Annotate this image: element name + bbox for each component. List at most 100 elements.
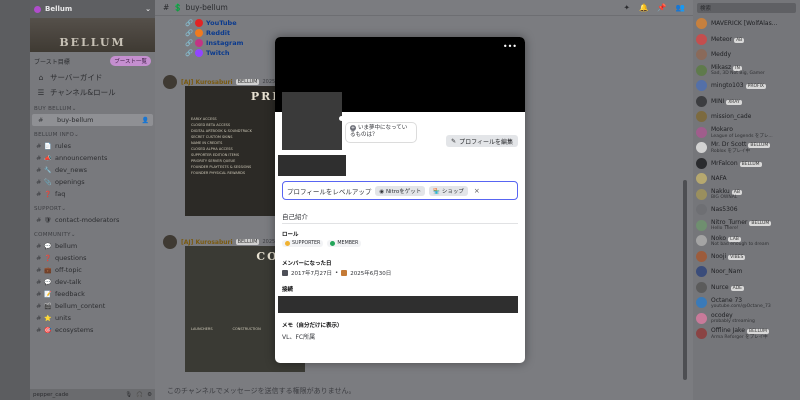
- member-status: Roblox をプレイ中: [711, 149, 750, 155]
- member-item[interactable]: Mr. Dr Scott BELLUM Roblox をプレイ中: [693, 140, 800, 156]
- headphones-icon[interactable]: 🎧: [136, 392, 143, 398]
- channel-item[interactable]: # ⭐ units: [30, 312, 155, 324]
- level-up-banner[interactable]: プロフィールをレベルアップ ◉ Nitroをゲット 🏪 ショップ ×: [282, 181, 518, 200]
- member-item[interactable]: Nurce ADE: [693, 280, 800, 296]
- member-item[interactable]: ocodey probably streaming: [693, 311, 800, 327]
- channel-item[interactable]: # 📣 announcements: [30, 152, 155, 164]
- channel-category[interactable]: BUY BELLUM ⌄: [30, 100, 155, 114]
- member-item[interactable]: Mokaro League of Legends をプレ...: [693, 125, 800, 141]
- threads-icon[interactable]: ✦: [624, 3, 630, 12]
- member-status: Not bad enough to dream: [711, 241, 770, 247]
- member-item[interactable]: mingto103 PROFIX: [693, 78, 800, 94]
- channel-item[interactable]: # buy-bellum 👤: [32, 114, 153, 126]
- shop-icon: 🏪: [433, 188, 442, 195]
- message-author[interactable]: [AJ] Kurosaburi: [181, 239, 233, 246]
- avatar[interactable]: [163, 235, 177, 249]
- hash-icon: #: [36, 278, 42, 286]
- member-item[interactable]: Meteor AB: [693, 32, 800, 48]
- note-value[interactable]: VL、FC所属: [282, 332, 315, 341]
- channel-item[interactable]: # 🔧 dev_news: [30, 164, 155, 176]
- member-item[interactable]: Noor_Nam: [693, 264, 800, 280]
- member-text: Nas5306: [711, 206, 738, 213]
- member-since: 2017年7月27日 • 2025年6月30日: [282, 269, 391, 277]
- microphone-icon[interactable]: 🎙: [125, 392, 132, 398]
- channel-item[interactable]: # 🎬 bellum_content: [30, 300, 155, 312]
- member-status: League of Legends をプレ...: [711, 133, 773, 139]
- channel-category[interactable]: BELLUM INFO ⌄: [30, 126, 155, 140]
- sidebar-nav-item[interactable]: ⌂ サーバーガイド: [30, 70, 155, 85]
- bell-icon[interactable]: 🔔: [639, 3, 648, 12]
- channel-category[interactable]: SUPPORT ⌄: [30, 200, 155, 214]
- display-name-redacted: [278, 155, 346, 176]
- pin-icon[interactable]: 📌: [657, 3, 666, 12]
- role-badge[interactable]: SUPPORTER: [282, 240, 324, 247]
- channel-emoji-icon: 📄: [44, 142, 52, 150]
- edit-profile-button[interactable]: ✎ プロフィールを編集: [446, 135, 518, 147]
- member-name: Nas5306: [711, 206, 738, 214]
- chat-scrollbar[interactable]: [683, 180, 687, 380]
- message-author[interactable]: [AJ] Kurosaburi: [181, 79, 233, 86]
- role-badge[interactable]: MEMBER: [327, 240, 362, 247]
- member-item[interactable]: MAVERICK [WolfAlas...: [693, 16, 800, 32]
- avatar: [696, 219, 707, 231]
- member-item[interactable]: Meddy: [693, 47, 800, 63]
- nitro-button[interactable]: ◉ Nitroをゲット: [375, 185, 426, 196]
- custom-status-bubble[interactable]: + いま夢中になっているものは？: [345, 122, 417, 143]
- link-label[interactable]: Reddit: [206, 29, 230, 37]
- members-icon[interactable]: 👥: [676, 3, 685, 12]
- gear-icon[interactable]: ⚙: [147, 392, 152, 398]
- profile-avatar[interactable]: [282, 92, 342, 150]
- member-item[interactable]: Noko LAB Not bad enough to dream: [693, 233, 800, 249]
- member-status: probably streaming: [711, 319, 755, 325]
- member-item[interactable]: Nakku AB BIG OWNAL: [693, 187, 800, 203]
- brand-icon: [195, 19, 203, 27]
- member-item[interactable]: Nas5306: [693, 202, 800, 218]
- avatar: [696, 235, 707, 247]
- member-text: Nakku AB BIG OWNAL: [711, 188, 742, 200]
- avatar[interactable]: [163, 75, 177, 89]
- channel-item[interactable]: # 💼 off-topic: [30, 264, 155, 276]
- link-label[interactable]: Instagram: [206, 39, 243, 47]
- channel-item[interactable]: # 📄 rules: [30, 140, 155, 152]
- member-item[interactable]: Offline Jake BELLUM Arma Reforger をプレイ中: [693, 326, 800, 342]
- link-label[interactable]: Twitch: [206, 49, 230, 57]
- channel-item[interactable]: # 📝 feedback: [30, 288, 155, 300]
- avatar: [696, 328, 707, 340]
- member-item[interactable]: Nooji VIBES: [693, 249, 800, 265]
- role-name: MEMBER: [337, 241, 359, 246]
- boost-pill[interactable]: ブースト一覧: [110, 56, 151, 66]
- channel-name: questions: [55, 254, 87, 262]
- member-search-input[interactable]: 検索: [697, 3, 796, 13]
- server-header[interactable]: Bellum ⌄: [30, 0, 155, 18]
- channel-item[interactable]: # 📎 openings: [30, 176, 155, 188]
- more-options-icon[interactable]: •••: [503, 42, 517, 51]
- server-rail: [0, 0, 30, 400]
- channel-emoji-icon: 📣: [44, 154, 52, 162]
- member-item[interactable]: MINI XRAY: [693, 94, 800, 110]
- channel-item[interactable]: # 🛡 contact-moderators: [30, 214, 155, 226]
- sidebar-nav-item[interactable]: ☰ チャンネル&ロール: [30, 85, 155, 100]
- channel-item[interactable]: # 🎯 ecosystems: [30, 324, 155, 336]
- link-label[interactable]: YouTube: [206, 19, 237, 27]
- member-item[interactable]: Octane 73 youtube.com/@Octane_73: [693, 295, 800, 311]
- channel-item[interactable]: # ❓ faq: [30, 188, 155, 200]
- close-icon[interactable]: ×: [474, 187, 480, 195]
- boost-goal[interactable]: ブースト目標 ブースト一覧: [30, 52, 155, 70]
- member-name: NAFA: [711, 175, 727, 183]
- member-item[interactable]: Mikasz IN Sad, 3D Not Big, Gamer: [693, 63, 800, 79]
- member-item[interactable]: Nitro_Turner BELLUM Hello There!: [693, 218, 800, 234]
- member-item[interactable]: mission_cade: [693, 109, 800, 125]
- member-text: NAFA: [711, 175, 727, 182]
- shop-button[interactable]: 🏪 ショップ: [429, 185, 468, 196]
- channel-category[interactable]: COMMUNITY ⌄: [30, 226, 155, 240]
- channel-item[interactable]: # 💬 dev-talk: [30, 276, 155, 288]
- member-item[interactable]: NAFA: [693, 171, 800, 187]
- message-input[interactable]: このチャンネルでメッセージを送信する権限がありません。: [163, 386, 683, 398]
- channel-item[interactable]: # ❓ questions: [30, 252, 155, 264]
- member-item[interactable]: MrFalcon BELLUM: [693, 156, 800, 172]
- add-member-icon[interactable]: 👤: [142, 117, 149, 124]
- member-text: Mokaro League of Legends をプレ...: [711, 126, 773, 139]
- channel-item[interactable]: # 💬 bellum: [30, 240, 155, 252]
- social-link[interactable]: 🔗 YouTube: [155, 18, 693, 28]
- tab-about[interactable]: 自己紹介: [282, 211, 518, 224]
